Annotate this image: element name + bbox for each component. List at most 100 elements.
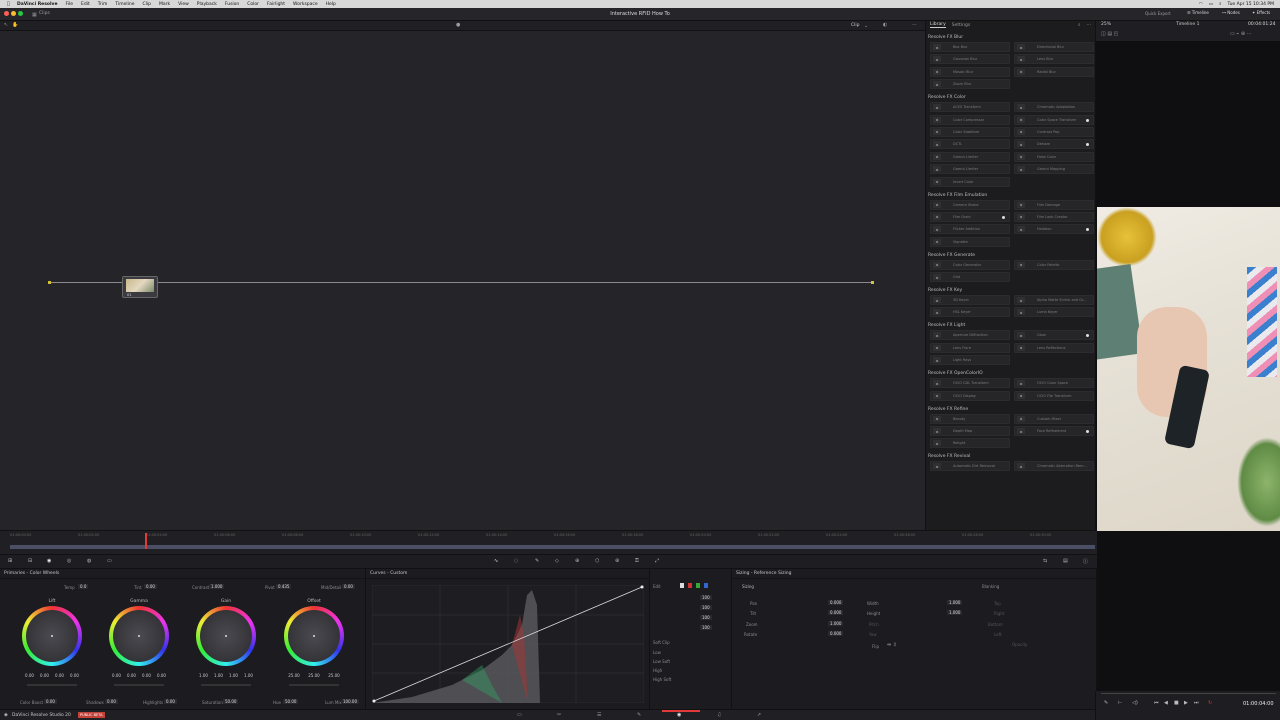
width-value[interactable]: 1.000 [947,600,963,605]
channel-r-button[interactable] [688,583,692,588]
middetail-value[interactable]: 0.00 [342,584,355,589]
menu-trim[interactable]: Trim [94,2,112,7]
fx-category-title[interactable]: Resolve FX Blur [928,35,1095,40]
source-input-icon[interactable] [48,281,51,284]
menu-playback[interactable]: Playback [193,2,221,7]
sizing-icon[interactable]: ⤢ [655,558,659,564]
fx-item[interactable]: ▪ DCTL [930,139,1010,150]
fx-item[interactable]: ▪ False Color [1014,151,1094,162]
pivot-value[interactable]: 0.435 [276,584,292,589]
rgb-mixer-icon[interactable]: ▭ [107,558,112,564]
gain-values[interactable]: 1.00 1.00 1.00 1.00 [196,673,256,678]
timeline-name-select[interactable]: Timeline 1 [1176,22,1199,27]
fx-item[interactable]: ▪ Film Look Creator [1014,211,1094,222]
fx-item[interactable]: ▪ Automatic Dirt Removal [930,461,1010,472]
offset-wheel[interactable] [284,606,344,666]
fx-item[interactable]: ▪ Gamut Limiter [930,164,1010,175]
chevron-down-icon[interactable]: ⌄ [864,23,868,29]
gain-b[interactable]: 1.00 [244,673,253,678]
curve-b-value[interactable]: 100 [700,625,712,630]
fx-category-title[interactable]: Resolve FX Film Emulation [928,193,1095,198]
timeline-track[interactable] [10,545,1095,549]
lift-y[interactable]: 0.00 [25,673,34,678]
hdr-icon[interactable]: ◍ [87,558,91,564]
more-options-icon[interactable]: ⋯ [912,22,917,28]
fx-item[interactable]: ▪ Gaussian Blur [930,54,1010,65]
menu-timeline[interactable]: Timeline [111,2,138,7]
fx-item[interactable]: ▪ Chromatic Adaptation [1014,102,1094,113]
menu-view[interactable]: View [174,2,193,7]
offset-values[interactable]: 25.00 25.00 25.00 [284,673,344,678]
fx-item[interactable]: ▪ Color Space Transform [1014,114,1094,125]
keyframes-icon[interactable]: ⇆ [1043,558,1047,564]
mark-icon[interactable]: ⊢ [1118,700,1122,706]
curve-y-value[interactable]: 100 [700,595,712,600]
fx-item[interactable]: ▪ Gamut Mapping [1014,164,1094,175]
color-wheels-icon[interactable]: ◉ [47,558,51,564]
channel-b-button[interactable] [704,583,708,588]
lummix-value[interactable]: 100.00 [341,699,359,704]
lut-icon[interactable]: ⊞ [8,558,12,564]
stop-icon[interactable]: ■ [1174,700,1179,706]
gain-y[interactable]: 1.00 [199,673,208,678]
fx-item[interactable]: ▪ Invert Color [930,176,1010,187]
camera-raw-icon[interactable]: ⊟ [28,558,32,564]
fx-item[interactable]: ▪ Color Generator [930,259,1010,270]
split-view-icon[interactable]: ◫ ▤ ◰ [1101,31,1118,37]
menu-color[interactable]: Color [243,2,263,7]
gamma-values[interactable]: 0.00 0.00 0.00 0.00 [109,673,169,678]
loop-icon[interactable]: ↻ [1208,700,1212,706]
mini-timeline[interactable]: 01:00:00:00 01:00:02:00 01:00:04:00 01:00:0… [0,530,1097,554]
gain-r[interactable]: 1.00 [214,673,223,678]
blur-icon[interactable]: ⊛ [615,558,619,564]
cut-page-icon[interactable]: ✂ [557,712,561,718]
fx-item[interactable]: ▪ ACES Transform [930,102,1010,113]
lift-wheel[interactable] [22,606,82,666]
fairlight-page-icon[interactable]: ♫ [717,712,721,718]
fx-item[interactable]: ▪ Mosaic Blur [930,66,1010,77]
fx-item[interactable]: ▪ Film Grain [930,211,1010,222]
highlights-value[interactable]: 0.00 [164,699,177,704]
hand-tool-icon[interactable]: ✋ [12,22,18,28]
effects-toggle-button[interactable]: ✦ Effects [1252,10,1270,15]
window-icon[interactable]: ◇ [555,558,559,564]
fx-item[interactable]: ▪ HSL Keyer [930,307,1010,318]
curves-icon[interactable]: ∿ [494,558,498,564]
fx-item[interactable]: ▪ Color Palette [1014,259,1094,270]
fx-category-title[interactable]: Resolve FX Revival [928,454,1095,459]
fx-item[interactable]: ▪ Light Rays [930,355,1010,366]
info-icon[interactable]: ⓘ [1083,558,1088,565]
fx-item[interactable]: ▪ Color Stabilizer [930,126,1010,137]
curve-r-value[interactable]: 100 [700,605,712,610]
lift-b[interactable]: 0.00 [70,673,79,678]
quick-export-button[interactable]: Quick Export [1145,11,1171,16]
timeline-toggle-button[interactable]: ☰ Timeline [1187,10,1209,15]
gamma-g[interactable]: 0.00 [142,673,151,678]
fx-item[interactable]: ▪ Glow [1014,330,1094,341]
fx-item[interactable]: ▪ Camera Shake [930,199,1010,210]
fx-item[interactable]: ▪ Gamut Limiter [930,151,1010,162]
gamma-wheel[interactable] [109,606,169,666]
tracker-icon[interactable]: ⊕ [575,558,579,564]
fx-item[interactable]: ▪ Luma Keyer [1014,307,1094,318]
viewer-options-icon[interactable]: ▭ ⌁ ⊕ ⋯ [1230,31,1252,37]
fx-item[interactable]: ▪ Box Blur [930,42,1010,52]
menu-fusion[interactable]: Fusion [221,2,243,7]
fx-item[interactable]: ▪ Depth Map [930,426,1010,437]
key-icon[interactable]: ⚿ [635,558,639,564]
fx-item[interactable]: ▪ Directional Blur [1014,42,1094,52]
warper-icon[interactable]: ◌ [514,558,518,564]
search-icon[interactable]: ⌕ [1219,1,1222,7]
offset-r[interactable]: 25.00 [288,673,299,678]
fx-item[interactable]: ▪ Lens Flare [930,342,1010,353]
fx-category-title[interactable]: Resolve FX Light [928,323,1095,328]
saturation-value[interactable]: 50.00 [223,699,239,704]
contrast-value[interactable]: 1.000 [209,584,225,589]
color-match-icon[interactable]: ◎ [67,558,71,564]
wifi-icon[interactable]: ◠ [1199,2,1203,7]
search-icon[interactable]: ⌕ [1078,22,1081,28]
fx-category-title[interactable]: Resolve FX Generate [928,253,1095,258]
gain-master-slider[interactable] [201,684,251,686]
fx-category-title[interactable]: Resolve FX OpenColorIO [928,371,1095,376]
menu-mark[interactable]: Mark [155,2,174,7]
